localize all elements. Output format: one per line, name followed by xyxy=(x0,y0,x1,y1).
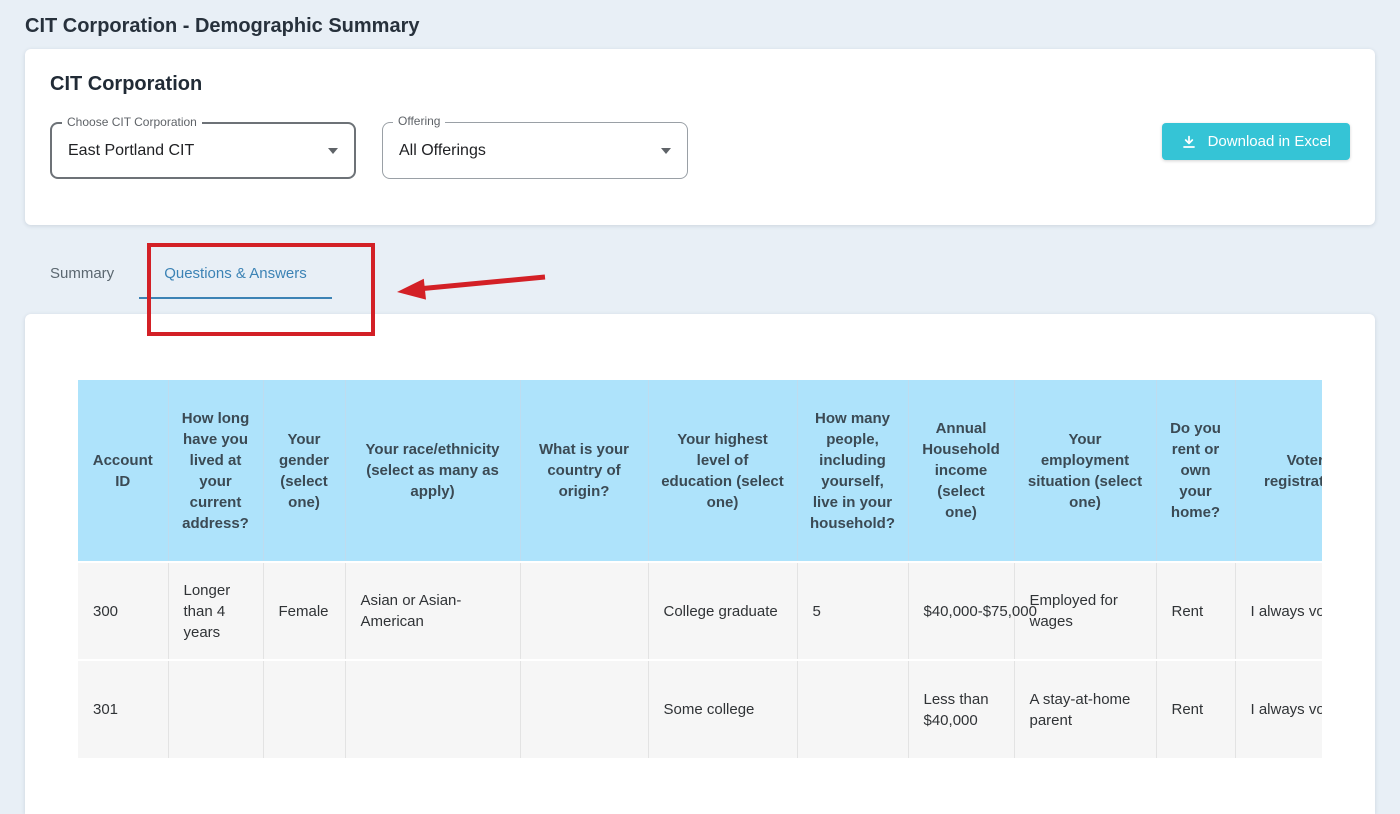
tab-bar: Summary Questions & Answers xyxy=(25,250,1400,299)
chevron-down-icon xyxy=(661,148,671,154)
column-header: What is your country of origin? xyxy=(520,380,648,562)
table-header-row: Account ID How long have you lived at yo… xyxy=(78,380,1322,562)
column-header: Do you rent or own your home? xyxy=(1156,380,1235,562)
table-cell xyxy=(345,660,520,758)
table-cell: Some college xyxy=(648,660,797,758)
corporation-select-value: East Portland CIT xyxy=(68,142,194,160)
table-cell: Employed for wages xyxy=(1014,562,1156,660)
download-icon xyxy=(1181,134,1197,150)
offering-select-value: All Offerings xyxy=(399,142,486,160)
table-cell xyxy=(797,660,908,758)
chevron-down-icon xyxy=(328,148,338,154)
table-cell: 300 xyxy=(78,562,168,660)
table-scroll-container[interactable]: Account ID How long have you lived at yo… xyxy=(78,380,1322,758)
download-excel-label: Download in Excel xyxy=(1208,133,1331,150)
table-cell: College graduate xyxy=(648,562,797,660)
table-cell: 5 xyxy=(797,562,908,660)
column-header: Your gender (select one) xyxy=(263,380,345,562)
page-title: CIT Corporation - Demographic Summary xyxy=(0,0,1400,49)
table-row: 301 Some college Less than $40,000 A sta… xyxy=(78,660,1322,758)
download-excel-button[interactable]: Download in Excel xyxy=(1162,123,1350,160)
table-cell: Asian or Asian-American xyxy=(345,562,520,660)
table-cell: I always vote xyxy=(1235,562,1322,660)
filter-card: CIT Corporation Choose CIT Corporation E… xyxy=(25,49,1375,225)
table-cell xyxy=(520,562,648,660)
table-cell: Rent xyxy=(1156,562,1235,660)
corporation-select[interactable]: Choose CIT Corporation East Portland CIT xyxy=(50,122,356,179)
table-cell: Female xyxy=(263,562,345,660)
table-cell: Longer than 4 years xyxy=(168,562,263,660)
column-header: Voter registration xyxy=(1235,380,1322,562)
table-cell: Rent xyxy=(1156,660,1235,758)
column-header: How many people, including yourself, liv… xyxy=(797,380,908,562)
column-header: Your race/ethnicity (select as many as a… xyxy=(345,380,520,562)
table-cell: I always vote xyxy=(1235,660,1322,758)
column-header: Your highest level of education (select … xyxy=(648,380,797,562)
tab-summary[interactable]: Summary xyxy=(25,250,139,299)
table-row: 300 Longer than 4 years Female Asian or … xyxy=(78,562,1322,660)
filter-controls: Choose CIT Corporation East Portland CIT… xyxy=(50,122,1350,179)
offering-select-label: Offering xyxy=(393,114,445,128)
tab-questions-answers[interactable]: Questions & Answers xyxy=(139,250,332,299)
table-cell xyxy=(263,660,345,758)
results-card: Account ID How long have you lived at yo… xyxy=(25,314,1375,814)
column-header: How long have you lived at your current … xyxy=(168,380,263,562)
card-heading: CIT Corporation xyxy=(50,73,1350,96)
table-cell: 301 xyxy=(78,660,168,758)
questions-answers-table: Account ID How long have you lived at yo… xyxy=(78,380,1322,758)
table-cell: Less than $40,000 xyxy=(908,660,1014,758)
column-header: Account ID xyxy=(78,380,168,562)
table-cell: A stay-at-home parent xyxy=(1014,660,1156,758)
offering-select[interactable]: Offering All Offerings xyxy=(382,122,688,179)
column-header: Your employment situation (select one) xyxy=(1014,380,1156,562)
corporation-select-label: Choose CIT Corporation xyxy=(62,115,202,129)
column-header: Annual Household income (select one) xyxy=(908,380,1014,562)
table-cell xyxy=(168,660,263,758)
table-cell: $40,000-$75,000 xyxy=(908,562,1014,660)
page: { "page": { "title": "CIT Corporation - … xyxy=(0,0,1400,703)
table-cell xyxy=(520,660,648,758)
